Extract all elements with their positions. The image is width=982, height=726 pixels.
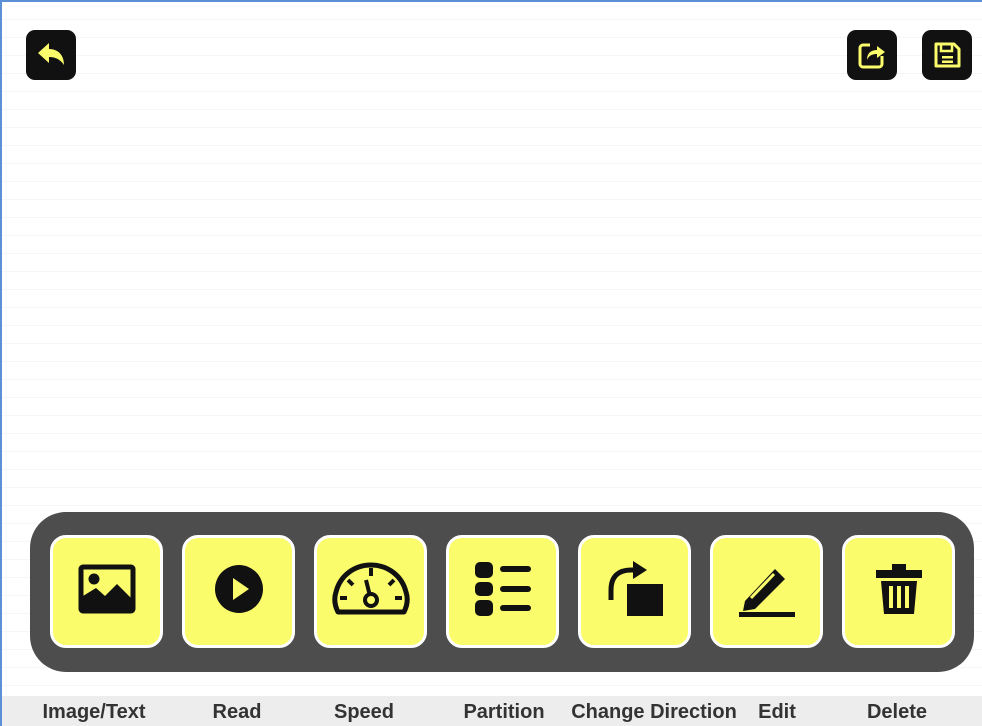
toolbar-labels: Image/Text Read Speed Partition Change D…	[2, 696, 982, 726]
label-delete: Delete	[866, 701, 928, 723]
label-speed: Speed	[333, 701, 395, 723]
save-button[interactable]	[922, 30, 972, 80]
read-button[interactable]	[182, 535, 295, 648]
image-text-button[interactable]	[50, 535, 163, 648]
rotate-icon	[605, 560, 665, 623]
label-edit: Edit	[758, 701, 796, 723]
image-icon	[78, 564, 136, 619]
bottom-toolbar	[30, 512, 974, 672]
pencil-icon	[737, 561, 797, 622]
list-icon	[473, 560, 533, 623]
trash-icon	[874, 563, 924, 620]
speed-button[interactable]	[314, 535, 427, 648]
delete-button[interactable]	[842, 535, 955, 648]
label-image-text: Image/Text	[42, 701, 146, 723]
change-direction-button[interactable]	[578, 535, 691, 648]
partition-button[interactable]	[446, 535, 559, 648]
label-read: Read	[212, 701, 262, 723]
floppy-disk-icon	[931, 39, 963, 71]
undo-arrow-icon	[34, 38, 68, 72]
label-partition: Partition	[463, 701, 545, 723]
back-button[interactable]	[26, 30, 76, 80]
edit-button[interactable]	[710, 535, 823, 648]
label-change-direction: Change Direction	[571, 701, 737, 723]
share-button[interactable]	[847, 30, 897, 80]
play-icon	[213, 563, 265, 620]
speedometer-icon	[331, 560, 410, 623]
share-icon	[856, 39, 888, 71]
